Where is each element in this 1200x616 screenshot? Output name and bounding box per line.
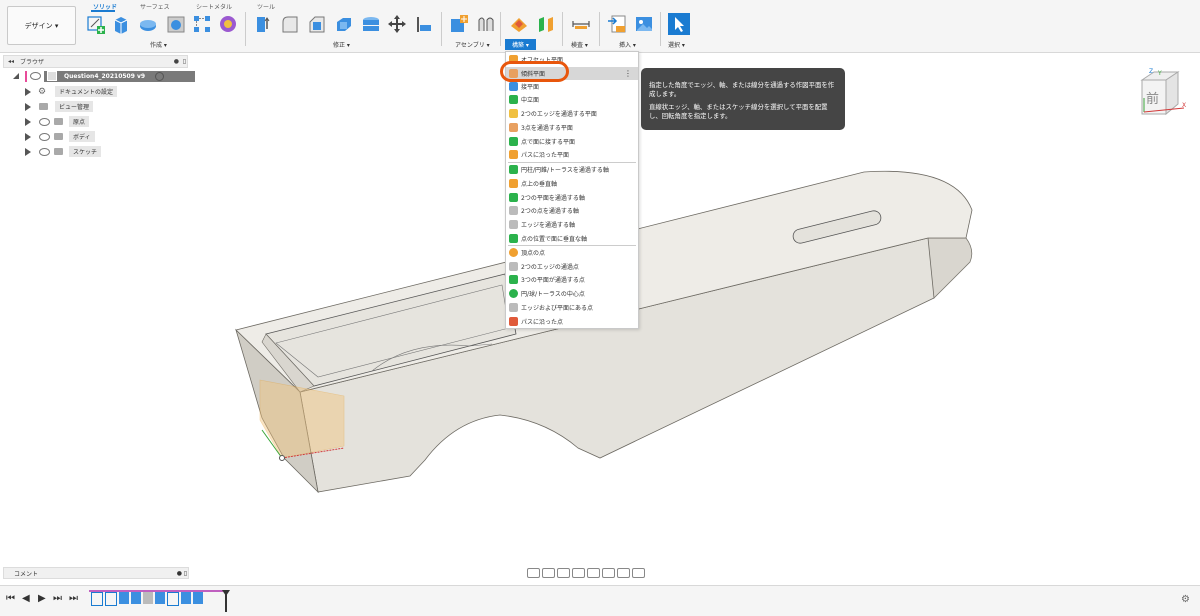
play-icon[interactable]: ▶ bbox=[38, 593, 46, 604]
plane-three-points-icon bbox=[509, 123, 518, 132]
tooltip-line2: 直線状エッジ、軸、またはスケッチ線分を選択して平面を配置し、回転角度を指定します… bbox=[649, 103, 828, 120]
point-edge-plane-icon bbox=[509, 303, 518, 312]
x-axis-label: X bbox=[1182, 102, 1187, 109]
menu-item-label: 点の位置で面に垂直な軸 bbox=[521, 236, 588, 243]
menu-item-point-center[interactable]: 円/球/トーラスの中心点 bbox=[506, 287, 638, 300]
axis-two-planes-icon bbox=[509, 193, 518, 202]
menu-item-label: 接平面 bbox=[521, 84, 540, 91]
menu-item-axis-through-cylinder[interactable]: 円柱/円錐/トーラスを通過する軸 bbox=[506, 163, 638, 176]
pan-icon[interactable] bbox=[557, 568, 570, 578]
construct-menu: オフセット平面 傾斜平面 ⋮ 接平面 中立面 2つのエッジを通過する平面 3点を通… bbox=[505, 51, 639, 329]
axis-edge-icon bbox=[509, 220, 518, 229]
extrude-step-icon[interactable] bbox=[193, 592, 203, 604]
menu-item-label: 2つの点を通過する軸 bbox=[521, 208, 579, 215]
menu-item-label: 3つの平面が通過する点 bbox=[521, 277, 585, 284]
plane-two-edges-icon bbox=[509, 109, 518, 118]
menu-item-label: パスに沿った平面 bbox=[521, 152, 570, 159]
fit-icon[interactable] bbox=[587, 568, 600, 578]
sketch-step-icon[interactable] bbox=[91, 592, 103, 606]
step-back-icon[interactable]: ◀ bbox=[22, 593, 30, 604]
highlight-circle bbox=[500, 61, 569, 82]
menu-item-point-at-vertex[interactable]: 頂点の点 bbox=[506, 246, 638, 259]
plane-along-path-icon bbox=[509, 150, 518, 159]
menu-item-label: 頂点の点 bbox=[521, 250, 546, 257]
menu-item-label: 2つのエッジを通過する平面 bbox=[521, 111, 597, 118]
menu-item-axis-two-points[interactable]: 2つの点を通過する軸 bbox=[506, 204, 638, 217]
zoom-icon[interactable] bbox=[572, 568, 585, 578]
grid-icon[interactable] bbox=[617, 568, 630, 578]
timeline-marker-line bbox=[225, 594, 227, 612]
extrude-step-icon[interactable] bbox=[119, 592, 129, 604]
menu-item-label: 円柱/円錐/トーラスを通過する軸 bbox=[521, 167, 609, 174]
viewcube-face-label: 前 bbox=[1146, 92, 1160, 107]
plane-tangent-point-icon bbox=[509, 137, 518, 146]
menu-item-axis-perpendicular-to-face[interactable]: 点の位置で面に垂直な軸 bbox=[506, 232, 638, 245]
tooltip-line1: 指定した角度でエッジ、軸、または線分を通過する作図平面を作成します。 bbox=[649, 81, 835, 98]
comment-title: コメント bbox=[14, 570, 39, 578]
viewports-icon[interactable] bbox=[632, 568, 645, 578]
extrude-step-icon[interactable] bbox=[131, 592, 141, 604]
midplane-icon bbox=[509, 95, 518, 104]
menu-item-point-along-path[interactable]: パスに沿った点 bbox=[506, 315, 638, 328]
settings-gear-icon[interactable]: ⚙ bbox=[1181, 594, 1190, 605]
y-axis-label: Y bbox=[1158, 70, 1162, 77]
menu-item-plane-three-points[interactable]: 3点を通過する平面 bbox=[506, 121, 638, 134]
menu-item-label: 円/球/トーラスの中心点 bbox=[521, 291, 585, 298]
menu-item-point-three-planes[interactable]: 3つの平面が通過する点 bbox=[506, 273, 638, 286]
axis-cylinder-icon bbox=[509, 165, 518, 174]
menu-item-label: エッジおよび平面にある点 bbox=[521, 305, 594, 312]
menu-item-point-edge-plane[interactable]: エッジおよび平面にある点 bbox=[506, 301, 638, 314]
timeline: ⏮ ◀ ▶ ⏭ ⏭ ⚙ bbox=[0, 585, 1200, 616]
step-forward-icon[interactable]: ⏭ bbox=[53, 593, 62, 604]
display-settings-icon[interactable] bbox=[602, 568, 615, 578]
menu-item-axis-perpendicular-at-point[interactable]: 点上の垂直軸 bbox=[506, 177, 638, 190]
extrude-step-icon[interactable] bbox=[155, 592, 165, 604]
menu-item-axis-through-edge[interactable]: エッジを通過する軸 bbox=[506, 218, 638, 231]
sketch-step-icon[interactable] bbox=[105, 592, 117, 606]
menu-item-label: 点上の垂直軸 bbox=[521, 181, 558, 188]
menu-item-label: 2つのエッジの通過点 bbox=[521, 264, 579, 271]
navigation-bar bbox=[527, 566, 675, 580]
viewcube[interactable]: 前 Z Y X bbox=[1138, 68, 1188, 118]
menu-item-label: パスに沿った点 bbox=[521, 319, 564, 326]
menu-item-label: エッジを通過する軸 bbox=[521, 222, 576, 229]
menu-item-plane-tangent-at-point[interactable]: 点で面に接する平面 bbox=[506, 135, 638, 148]
sketch-step-icon[interactable] bbox=[167, 592, 179, 606]
look-at-icon[interactable] bbox=[542, 568, 555, 578]
point-two-edges-icon bbox=[509, 262, 518, 271]
tooltip: 指定した角度でエッジ、軸、または線分を通過する作図平面を作成します。 直線状エッ… bbox=[641, 68, 845, 130]
timeline-steps[interactable] bbox=[91, 592, 225, 610]
origin-point[interactable] bbox=[279, 455, 285, 461]
point-along-path-icon bbox=[509, 317, 518, 326]
menu-item-midplane[interactable]: 中立面 bbox=[506, 93, 638, 106]
expand-comment-icon[interactable]: ▯ bbox=[184, 570, 187, 577]
menu-item-label: 3点を通過する平面 bbox=[521, 125, 573, 132]
orbit-icon[interactable] bbox=[527, 568, 540, 578]
axis-two-points-icon bbox=[509, 206, 518, 215]
model-rounded-end[interactable] bbox=[927, 237, 973, 301]
menu-item-axis-two-planes[interactable]: 2つの平面を通過する軸 bbox=[506, 191, 638, 204]
menu-item-label: 中立面 bbox=[521, 97, 540, 104]
menu-item-label: 2つの平面を通過する軸 bbox=[521, 195, 585, 202]
go-to-start-icon[interactable]: ⏮ bbox=[6, 593, 15, 604]
point-three-planes-icon bbox=[509, 275, 518, 284]
menu-item-plane-two-edges[interactable]: 2つのエッジを通過する平面 bbox=[506, 107, 638, 120]
add-comment-icon[interactable]: ● bbox=[177, 570, 182, 577]
go-to-end-icon[interactable]: ⏭ bbox=[69, 593, 78, 604]
point-vertex-icon bbox=[509, 248, 518, 257]
point-center-icon bbox=[509, 289, 518, 298]
more-options-icon[interactable]: ⋮ bbox=[624, 69, 632, 78]
axis-perp-face-icon bbox=[509, 234, 518, 243]
z-axis-label: Z bbox=[1149, 68, 1154, 75]
menu-item-label: 点で面に接する平面 bbox=[521, 139, 576, 146]
tangent-plane-icon bbox=[509, 82, 518, 91]
axis-perp-point-icon bbox=[509, 179, 518, 188]
fillet-step-icon[interactable] bbox=[143, 592, 153, 604]
extrude-step-icon[interactable] bbox=[181, 592, 191, 604]
comment-panel[interactable]: コメント ● ▯ bbox=[3, 567, 189, 579]
menu-item-plane-along-path[interactable]: パスに沿った平面 bbox=[506, 148, 638, 161]
menu-item-point-two-edges[interactable]: 2つのエッジの通過点 bbox=[506, 260, 638, 273]
